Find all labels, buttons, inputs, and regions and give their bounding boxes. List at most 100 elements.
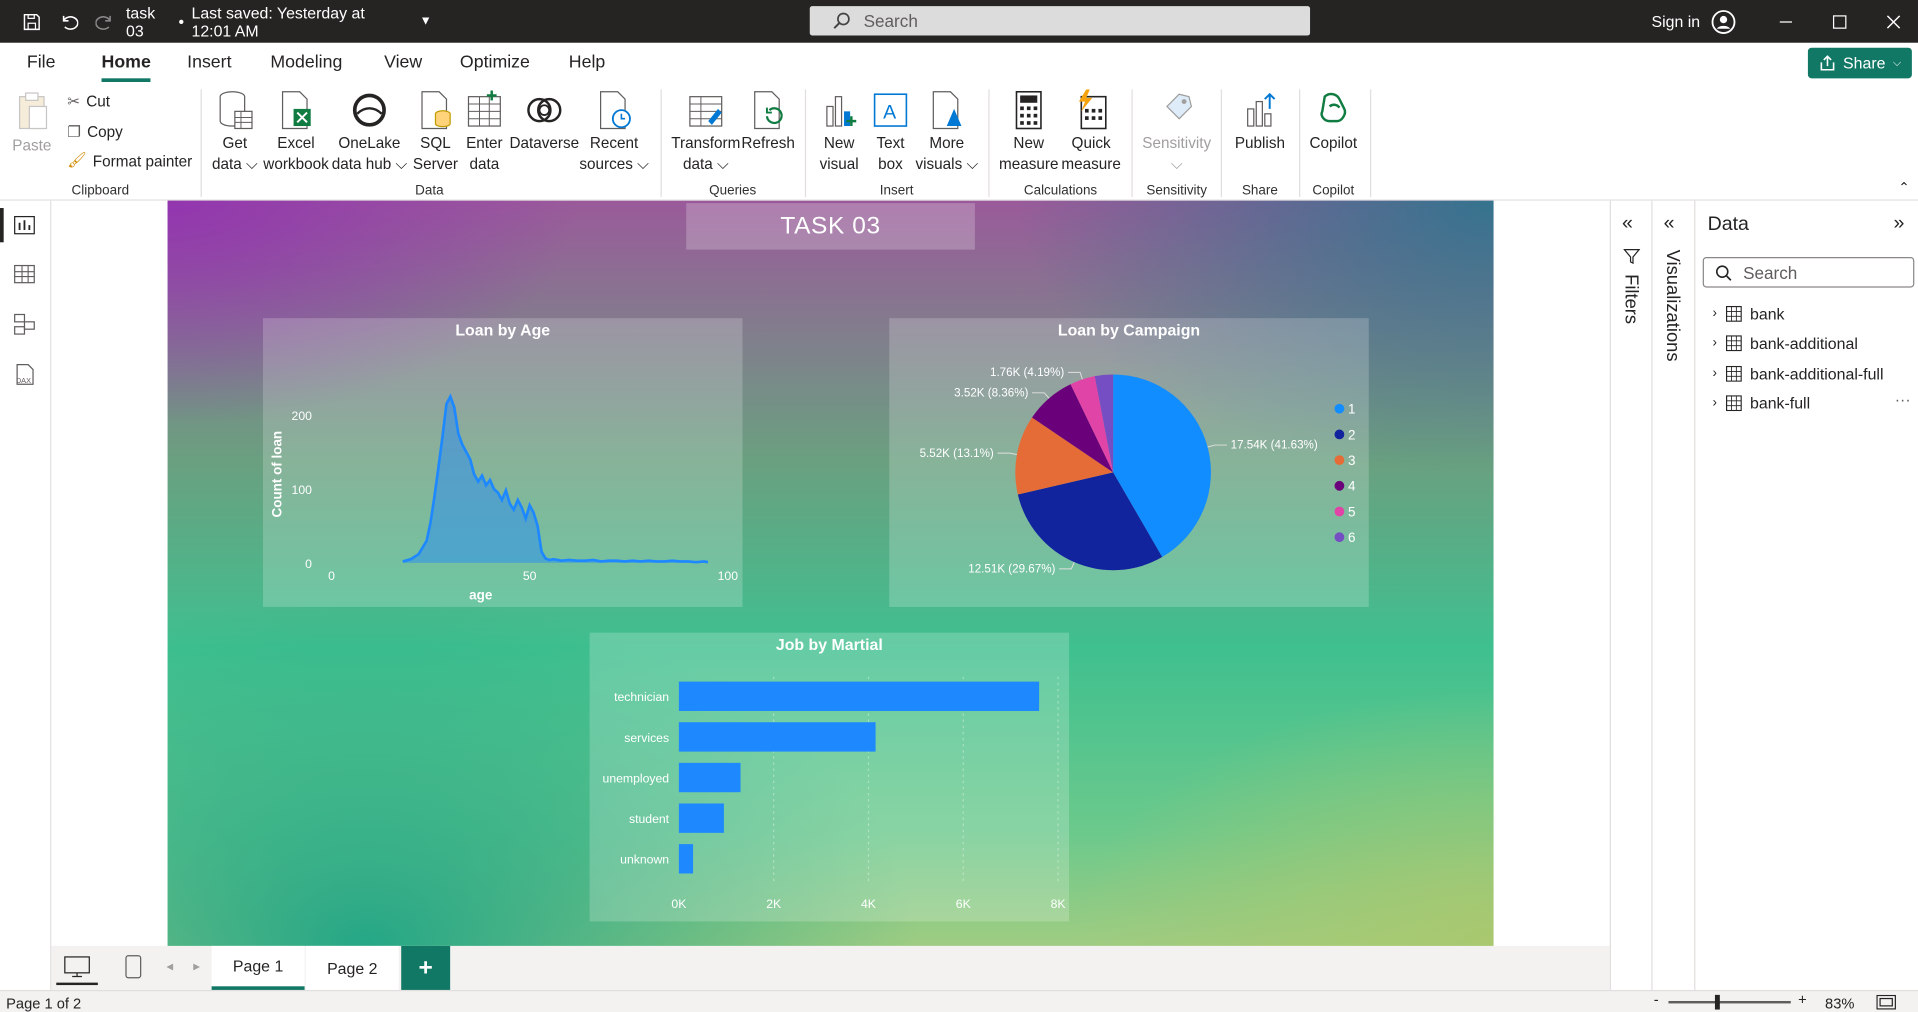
text-box-button[interactable]: A Text box xyxy=(866,89,915,173)
minimize-icon[interactable] xyxy=(1761,0,1810,43)
report-title[interactable]: TASK 03 xyxy=(686,203,975,250)
maximize-icon[interactable] xyxy=(1815,0,1864,43)
job-by-martial-plot: 0K 2K 4K 6K 8K technician services unemployed st… xyxy=(603,676,1066,911)
category-label: unknown xyxy=(620,853,669,867)
y-tick-label: 0 xyxy=(305,557,312,571)
chevron-right-icon: › xyxy=(1712,305,1717,321)
desktop-layout-icon[interactable] xyxy=(64,956,91,978)
mobile-layout-icon[interactable] xyxy=(125,954,142,979)
expand-chevron-icon[interactable]: « xyxy=(1664,213,1675,235)
cut-button[interactable]: ✂ Cut xyxy=(67,92,110,110)
table-icon xyxy=(1725,365,1742,382)
filters-pane-collapsed[interactable]: « Filters xyxy=(1609,200,1652,990)
next-page-icon[interactable]: ▸ xyxy=(193,958,200,974)
prev-page-icon[interactable]: ◂ xyxy=(166,958,173,974)
close-icon[interactable] xyxy=(1869,0,1918,43)
tab-help[interactable]: Help xyxy=(569,53,605,73)
tab-insert[interactable]: Insert xyxy=(187,53,231,73)
recent-sources-button[interactable]: Recent sources ⌵ xyxy=(579,89,649,173)
dax-query-view-icon[interactable]: DAX xyxy=(12,362,36,386)
group-label-share: Share xyxy=(1241,183,1278,199)
expand-chevron-icon[interactable]: « xyxy=(1622,213,1633,235)
search-icon xyxy=(1715,265,1732,281)
saved-status: Last saved: Yesterday at 12:01 AM xyxy=(191,3,365,40)
zoom-slider-thumb[interactable] xyxy=(1714,994,1720,1010)
collapse-chevron-icon[interactable]: » xyxy=(1894,213,1905,235)
get-data-button[interactable]: Get data ⌵ xyxy=(210,89,259,173)
sensitivity-button[interactable]: Sensitivity ⌵ xyxy=(1140,89,1213,173)
model-view-icon[interactable] xyxy=(12,312,36,336)
loan-by-age-chart[interactable]: Loan by Age 0 100 200 0 50 100 age Count of loa… xyxy=(262,318,743,607)
zoom-out-icon[interactable]: - xyxy=(1654,991,1659,1008)
scissors-icon: ✂ xyxy=(67,93,81,111)
table-item-bank-full[interactable]: › bank-full xyxy=(1712,390,1810,414)
group-separator xyxy=(1299,89,1301,198)
search-input[interactable]: Search xyxy=(809,6,1311,36)
table-icon xyxy=(1725,305,1742,322)
new-visual-button[interactable]: New visual xyxy=(815,89,864,173)
data-label: 17.54K (41.63%) xyxy=(1231,439,1318,452)
legend-label: 4 xyxy=(1348,479,1356,494)
tab-modeling[interactable]: Modeling xyxy=(270,53,342,73)
category-label: student xyxy=(629,812,670,826)
group-label-calculations: Calculations xyxy=(1023,183,1098,199)
tab-home[interactable]: Home xyxy=(102,53,151,73)
enter-data-button[interactable]: Enter data xyxy=(462,89,506,173)
share-button[interactable]: Share ⌵ xyxy=(1807,47,1912,79)
redo-icon[interactable] xyxy=(88,0,122,43)
loan-by-campaign-chart[interactable]: Loan by Campaign 17.54K (41.63%) 12.51K (… xyxy=(889,318,1369,607)
table-view-icon[interactable] xyxy=(12,262,36,286)
transform-data-button[interactable]: Transform data ⌵ xyxy=(668,89,744,173)
refresh-button[interactable]: Refresh xyxy=(741,89,795,153)
more-options-icon[interactable]: ··· xyxy=(1895,390,1911,408)
ribbon: Paste ✂ Cut ❐ Copy 🖌 Format painter Clipboa… xyxy=(0,84,1918,201)
data-search-input[interactable]: Search xyxy=(1702,256,1915,288)
dataverse-button[interactable]: Dataverse xyxy=(509,89,579,153)
table-item-bank-additional[interactable]: › bank-additional xyxy=(1712,330,1857,354)
table-item-bank-additional-full[interactable]: › bank-additional-full xyxy=(1712,361,1883,385)
database-icon xyxy=(219,91,253,130)
add-page-button[interactable]: + xyxy=(401,945,451,990)
document-title[interactable]: task 03 • Last saved: Yesterday at 12:01… xyxy=(126,0,432,43)
group-label-clipboard: Clipboard xyxy=(71,183,130,199)
legend-label: 6 xyxy=(1348,530,1355,545)
sensitivity-icon xyxy=(1166,93,1193,120)
paste-button[interactable]: Paste xyxy=(12,89,51,156)
copilot-button[interactable]: Copilot xyxy=(1304,89,1363,153)
sql-server-button[interactable]: SQL Server xyxy=(411,89,460,173)
more-visuals-button[interactable]: More visuals ⌵ xyxy=(915,89,978,173)
save-icon[interactable] xyxy=(15,0,49,43)
sign-in-link[interactable]: Sign in xyxy=(1645,0,1706,43)
legend-marker xyxy=(1334,480,1345,491)
job-by-martial-chart[interactable]: Job by Martial 0K 2K 4K 6K 8K technician servi… xyxy=(589,632,1070,922)
format-painter-button[interactable]: 🖌 Format painter xyxy=(67,152,192,170)
visualizations-label: Visualizations xyxy=(1662,249,1684,362)
menu-bar: File Home Insert Modeling View Optimize … xyxy=(0,42,1918,85)
copy-button[interactable]: ❐ Copy xyxy=(67,122,123,141)
group-separator xyxy=(200,89,202,198)
zoom-slider[interactable] xyxy=(1668,1000,1791,1004)
undo-icon[interactable] xyxy=(51,0,85,43)
page-tab-2[interactable]: Page 2 xyxy=(305,945,399,990)
onelake-data-hub-button[interactable]: OneLake data hub ⌵ xyxy=(332,89,407,173)
x-axis-label: age xyxy=(469,588,493,603)
bar-technician xyxy=(678,681,1040,711)
tab-view[interactable]: View xyxy=(384,53,422,73)
table-item-bank[interactable]: › bank xyxy=(1712,301,1784,325)
excel-workbook-button[interactable]: Excel workbook xyxy=(262,89,330,173)
report-page[interactable]: TASK 03 Loan by Age 0 100 200 0 50 100 age Coun… xyxy=(167,200,1494,946)
group-separator xyxy=(660,89,662,198)
collapse-ribbon-icon[interactable]: ⌃ xyxy=(1898,180,1909,196)
publish-button[interactable]: Publish xyxy=(1231,89,1290,153)
visualizations-pane-collapsed[interactable]: « Visualizations xyxy=(1651,200,1695,990)
tab-optimize[interactable]: Optimize xyxy=(460,53,530,73)
calculator-icon xyxy=(1015,90,1042,130)
zoom-in-icon[interactable]: + xyxy=(1798,991,1807,1008)
user-avatar-icon[interactable] xyxy=(1709,0,1738,43)
page-tab-1[interactable]: Page 1 xyxy=(211,945,305,990)
tab-file[interactable]: File xyxy=(27,53,56,73)
new-measure-button[interactable]: New measure xyxy=(996,89,1062,173)
quick-measure-button[interactable]: Quick measure xyxy=(1059,89,1123,173)
fit-to-page-icon[interactable] xyxy=(1876,994,1896,1010)
report-view-icon[interactable] xyxy=(12,213,36,237)
